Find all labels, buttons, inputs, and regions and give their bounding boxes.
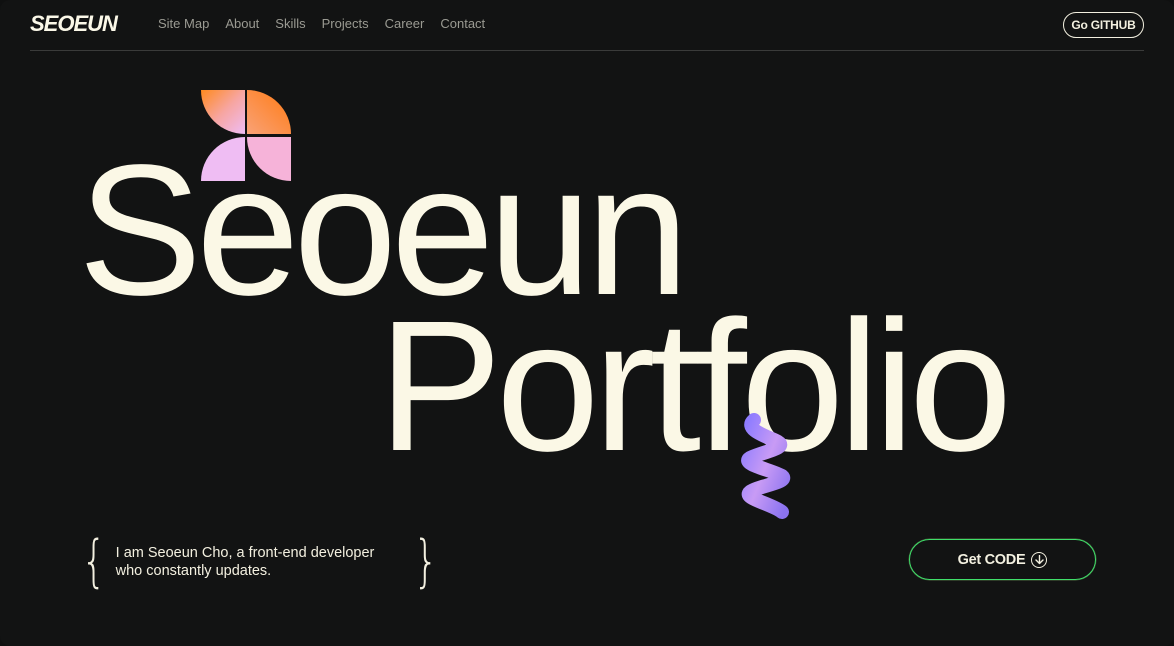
nav-item-contact[interactable]: Contact xyxy=(440,16,485,31)
hero-title-line-2: Portfolio xyxy=(378,283,1012,490)
intro-statement: { I am Seoeun Cho, a front-end developer… xyxy=(76,533,443,591)
close-brace: } xyxy=(412,529,438,594)
open-brace: { xyxy=(81,529,107,594)
get-code-button[interactable]: Get CODE xyxy=(909,539,1096,580)
github-button[interactable]: Go GITHUB xyxy=(1063,12,1144,38)
get-code-label: Get CODE xyxy=(957,551,1026,568)
nav-item-about[interactable]: About xyxy=(225,16,259,31)
intro-text: I am Seoeun Cho, a front-end developer w… xyxy=(112,544,408,580)
nav-item-projects[interactable]: Projects xyxy=(322,16,369,31)
nav-item-skills[interactable]: Skills xyxy=(275,16,305,31)
page: SEOEUN Site Map About Skills Projects Ca… xyxy=(0,0,1174,646)
logo[interactable]: SEOEUN xyxy=(30,11,118,37)
intro-line-2: who constantly updates. xyxy=(115,563,272,579)
squiggle-decoration xyxy=(741,413,791,519)
nav-item-career[interactable]: Career xyxy=(385,16,425,31)
header-divider xyxy=(30,50,1144,51)
intro-line-1: I am Seoeun Cho, a front-end developer xyxy=(115,545,375,561)
header: SEOEUN Site Map About Skills Projects Ca… xyxy=(0,0,1174,51)
main-nav: Site Map About Skills Projects Career Co… xyxy=(158,16,485,31)
pinwheel-icon xyxy=(201,90,291,181)
nav-item-site-map[interactable]: Site Map xyxy=(158,16,209,31)
arrow-down-circle-icon xyxy=(1031,551,1048,568)
